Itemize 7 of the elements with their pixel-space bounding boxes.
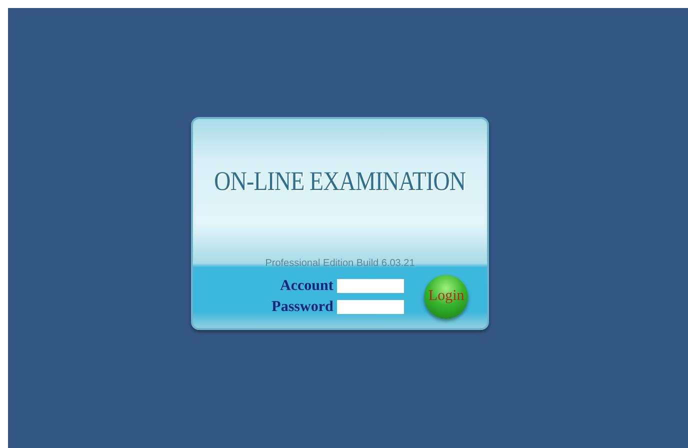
input-field[interactable] <box>337 279 404 293</box>
field-label: Account <box>280 278 334 294</box>
input-field[interactable] <box>337 300 404 314</box>
edition-text: Professional Edition Build 6.03.21 <box>265 256 415 270</box>
field-label: Password <box>272 298 334 316</box>
app-title: ON-LINE EXAMINATION <box>214 165 466 198</box>
login-button[interactable]: Login <box>424 274 468 318</box>
